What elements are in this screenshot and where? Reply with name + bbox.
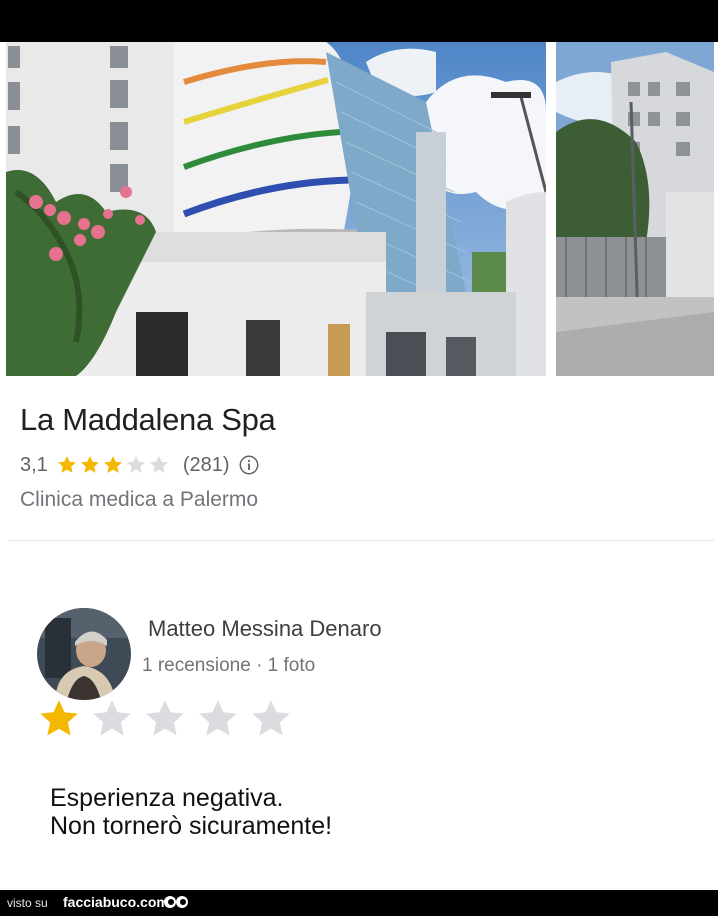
- review-text-line-2: Non tornerò sicuramente!: [50, 812, 333, 840]
- footer-watermark-bar: visto su facciabuco.com: [0, 890, 718, 916]
- review-count[interactable]: (281): [183, 454, 230, 477]
- star-icon: [57, 456, 76, 473]
- star-icon: [199, 700, 237, 736]
- place-rating-row[interactable]: 3,1 (281): [20, 450, 260, 480]
- eyes-logo-icon: [164, 896, 188, 908]
- footer-site-name[interactable]: facciabuco.com: [63, 894, 169, 910]
- top-black-bar: [0, 0, 718, 42]
- reviewer-name[interactable]: Matteo Messina Denaro: [148, 616, 382, 642]
- place-title: La Maddalena Spa: [20, 402, 276, 437]
- reviewer-meta: 1 recensione · 1 foto: [142, 655, 316, 676]
- star-icon: [126, 456, 145, 473]
- star-icon: [252, 700, 290, 736]
- review-stars: [36, 696, 301, 742]
- star-icon: [146, 700, 184, 736]
- star-icon: [40, 700, 78, 736]
- avatar[interactable]: [37, 608, 131, 700]
- place-category: Clinica medica a Palermo: [20, 488, 259, 511]
- star-icon: [93, 700, 131, 736]
- section-divider: [8, 540, 714, 541]
- review-text-line-1: Esperienza negativa.: [50, 784, 284, 812]
- star-icon: [103, 456, 122, 473]
- footer-prefix: visto su: [7, 896, 48, 910]
- place-stars: [56, 454, 171, 476]
- star-icon: [149, 456, 168, 473]
- building-photo-main[interactable]: [6, 42, 546, 376]
- info-icon[interactable]: [238, 454, 260, 476]
- photo-carousel[interactable]: [0, 42, 718, 376]
- review-text: Esperienza negativa. Non tornerò sicuram…: [50, 784, 332, 840]
- building-photo-side[interactable]: [556, 42, 714, 376]
- star-icon: [80, 456, 99, 473]
- rating-value: 3,1: [20, 453, 48, 476]
